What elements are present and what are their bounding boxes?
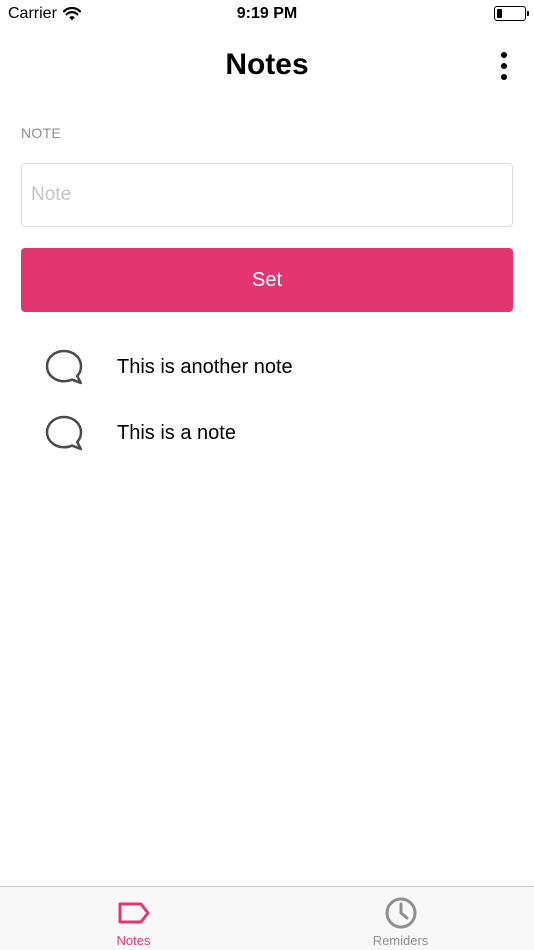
clock-icon <box>385 897 416 929</box>
page-title: Notes <box>225 48 309 81</box>
more-vertical-icon-dot <box>501 74 507 80</box>
notes-list: This is another note This is a note <box>0 334 534 466</box>
more-vertical-icon-dot <box>501 63 507 69</box>
status-bar: Carrier 9:19 PM <box>0 0 534 28</box>
note-input[interactable] <box>21 163 513 227</box>
speech-bubble-icon <box>45 415 83 451</box>
set-button[interactable]: Set <box>21 248 513 312</box>
tab-notes[interactable]: Notes <box>0 887 267 950</box>
battery-icon <box>494 6 529 21</box>
tab-label: Notes <box>116 933 151 948</box>
tab-label: Remiders <box>372 933 429 948</box>
note-text: This is a note <box>117 421 236 444</box>
status-time: 9:19 PM <box>236 5 298 22</box>
list-item[interactable]: This is another note <box>0 334 534 400</box>
list-item[interactable]: This is a note <box>0 400 534 466</box>
note-field-label: NOTE <box>21 125 62 141</box>
more-vertical-icon-dot <box>501 52 507 58</box>
note-text: This is another note <box>117 355 293 378</box>
battery-level <box>497 9 502 18</box>
more-options-button[interactable] <box>492 52 516 80</box>
tab-bar: Notes Remiders <box>0 886 534 950</box>
tab-reminders[interactable]: Remiders <box>267 887 534 950</box>
tag-icon <box>118 902 149 924</box>
speech-bubble-icon <box>45 349 83 385</box>
nav-bar: Notes <box>0 44 534 88</box>
